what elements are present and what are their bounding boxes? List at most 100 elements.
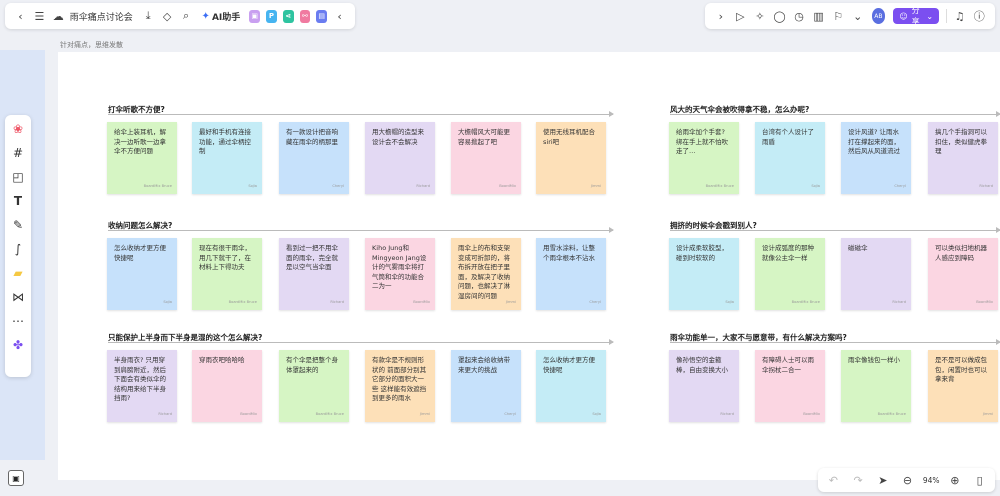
sticky-note-author: Jimmi: [590, 183, 601, 188]
text-icon[interactable]: T: [10, 193, 26, 209]
section-arrow[interactable]: [670, 111, 1000, 117]
zoom-level[interactable]: 94%: [923, 476, 940, 485]
undo-icon[interactable]: ↶: [826, 471, 841, 489]
right-toolbar: › ▷ ✧ ◯ ◷ ▥ ⚐ ⌄ AB ☺ 分享 ⌄ ♫ ⓘ: [705, 3, 995, 29]
zoom-bar: ↶ ↷ ➤ ⊖ 94% ⊕ ▯: [818, 468, 995, 492]
more-icon[interactable]: ⋯: [10, 313, 26, 329]
doc-title[interactable]: 雨伞痛点讨论会: [70, 10, 133, 23]
sticky-note[interactable]: 有一款设计把音响藏在雨伞的柄那里 Cheryl: [279, 122, 349, 194]
sticky-note[interactable]: 是不是可以做成包包，闲置时也可以拿来背 Jimmi: [928, 350, 998, 422]
section-arrow[interactable]: [108, 339, 614, 345]
sticky-note[interactable]: 用大檐帽的造型来设计会不会解决 Richard: [365, 122, 435, 194]
sticky-note-icon[interactable]: ▰: [10, 265, 26, 281]
flag-icon[interactable]: ⚐: [830, 7, 846, 25]
main-toolbar: ‹ ☰ ☁ 雨伞痛点讨论会 ⤓ ◇ ⌕ ✦ AI助手 ▣ P ⋖ ⚯ ▤ ‹: [5, 3, 355, 29]
share-app-icon[interactable]: ⋖: [282, 9, 294, 23]
sticky-note-text: 设计风道? 让雨水打在撑起来的面，然后风从风道流过: [848, 128, 900, 155]
magic-icon[interactable]: ✧: [752, 7, 768, 25]
sticky-note[interactable]: 怎么收纳才更方便快捷呢 Sojia: [536, 350, 606, 422]
sticky-note[interactable]: 设计成柔软胶型，碰到时软软的 Sojia: [669, 238, 739, 310]
connector-icon[interactable]: ∫: [10, 241, 26, 257]
tag-icon[interactable]: ◇: [160, 7, 175, 25]
sticky-note[interactable]: 给伞上装耳机，解决一边听歌一边拿伞不方便问题 BoardMix Bruce: [107, 122, 177, 194]
mindmap-icon[interactable]: ⋈: [10, 289, 26, 305]
sticky-note-author: Cheryl: [894, 183, 906, 188]
sticky-note-author: Sojia: [163, 299, 172, 304]
sticky-note[interactable]: 设计风道? 让雨水打在撑起来的面，然后风从风道流过 Cheryl: [841, 122, 911, 194]
download-icon[interactable]: ⤓: [141, 7, 156, 25]
pen-icon[interactable]: ✎: [10, 217, 26, 233]
sticky-note[interactable]: 看到过一把不用伞面的雨伞，完全就是以空气当伞面 Richard: [279, 238, 349, 310]
sticky-note-text: 半身雨衣? 只用穿到肩膀附近，然后下面会有类似伞的结构用来给下半身挡雨?: [114, 356, 166, 402]
whiteboard-canvas[interactable]: 打伞听歌不方便? 给伞上装耳机，解决一边听歌一边拿伞不方便问题 BoardMix B…: [58, 52, 1000, 480]
help-icon[interactable]: ⓘ: [972, 7, 988, 25]
sticky-note[interactable]: 设计成弧度的那种 就像公主伞一样 BoardMix Bruce: [755, 238, 825, 310]
sticky-note[interactable]: 怎么收纳才更方便快捷呢 Sojia: [107, 238, 177, 310]
sticky-note[interactable]: 有障碍人士可以雨伞拐杖二合一 BoardMix: [755, 350, 825, 422]
sticky-note[interactable]: 搞几个手指洞可以扣住，类似健虎拳理 Richard: [928, 122, 998, 194]
board-app-icon[interactable]: ▤: [316, 9, 328, 23]
sticky-note[interactable]: 雨伞上的布和支架变成可折卸的，将布拆开放在把子里面，及解决了收纳问题，也解决了淋…: [451, 238, 521, 310]
sticky-note-text: 穿雨衣吧哈哈哈: [199, 356, 245, 364]
sticky-note-author: BoardMix Bruce: [315, 411, 344, 416]
avatar[interactable]: AB: [871, 8, 886, 24]
sticky-note[interactable]: 半身雨衣? 只用穿到肩膀附近，然后下面会有类似伞的结构用来给下半身挡雨? Rich…: [107, 350, 177, 422]
play-icon[interactable]: ▷: [733, 7, 749, 25]
template-icon[interactable]: ❀: [10, 121, 26, 137]
fit-screen-icon[interactable]: ▯: [972, 471, 987, 489]
sticky-note-text: 使用无线耳机配合siri吧: [543, 128, 595, 146]
menu-icon[interactable]: ☰: [32, 7, 47, 25]
cloud-icon: ☁: [52, 9, 64, 23]
cursor-icon[interactable]: ➤: [875, 471, 890, 489]
mindmap-app-icon[interactable]: ⚯: [299, 9, 311, 23]
sticky-note-text: 怎么收纳才更方便快捷呢: [543, 356, 595, 374]
sticky-note[interactable]: 穿雨衣吧哈哈哈 BoardMix: [192, 350, 262, 422]
more-chevron-icon[interactable]: ⌄: [850, 7, 866, 25]
zoom-in-icon[interactable]: ⊕: [948, 471, 963, 489]
sticky-note-text: 用大檐帽的造型来设计会不会解决: [372, 128, 424, 146]
section-arrow[interactable]: [670, 227, 1000, 233]
sticky-note[interactable]: 像孙悟空的金箍棒，自由变换大小 Richard: [669, 350, 739, 422]
comment-icon[interactable]: ◯: [772, 7, 788, 25]
image-app-icon[interactable]: ▣: [249, 9, 261, 23]
section-arrow[interactable]: [108, 227, 614, 233]
sticky-note[interactable]: 大檐帽风大可能更容易掀起了吧 BoardMix: [451, 122, 521, 194]
sticky-note[interactable]: 台湾有个人设计了雨盾 Sojia: [755, 122, 825, 194]
sticky-note[interactable]: 最好和手机有连接功能，通过伞柄控制 Sojia: [192, 122, 262, 194]
sticky-note-author: BoardMix Bruce: [228, 299, 257, 304]
sticky-note[interactable]: 有款伞是不规则形状的 前面部分别其它部分的面积大一些 这样能有效遮挡到更多的雨水…: [365, 350, 435, 422]
section-arrow[interactable]: [108, 111, 614, 117]
sticky-note[interactable]: 雨伞像钱包一样小 BoardMix Bruce: [841, 350, 911, 422]
sticky-note[interactable]: 给雨伞加个手套? 绑在手上就不怕吹走了… BoardMix Bruce: [669, 122, 739, 194]
timer-icon[interactable]: ◷: [791, 7, 807, 25]
p-app-icon[interactable]: P: [266, 9, 277, 23]
sticky-note[interactable]: 用雪水涂料，让整个雨伞根本不沾水 Cheryl: [536, 238, 606, 310]
sticky-note[interactable]: 使用无线耳机配合siri吧 Jimmi: [536, 122, 606, 194]
apps-icon[interactable]: ✤: [10, 337, 26, 353]
sticky-note[interactable]: 可以类似扫地机器人感应到障码 BoardMix: [928, 238, 998, 310]
search-icon[interactable]: ⌕: [179, 7, 194, 25]
section-arrow[interactable]: [670, 339, 1000, 345]
collapse-icon[interactable]: ‹: [332, 7, 347, 25]
sticky-note[interactable]: 磁磁伞 Richard: [841, 238, 911, 310]
vote-icon[interactable]: ▥: [811, 7, 827, 25]
sticky-note[interactable]: Kiho Jung和Mingyeon Jang设计的气雾雨伞将打气筒和伞的功能合…: [365, 238, 435, 310]
sticky-note[interactable]: 有个伞是把整个身体罩起来的 BoardMix Bruce: [279, 350, 349, 422]
sticky-note[interactable]: 罩起来会给收纳带来更大的挑战 Cheryl: [451, 350, 521, 422]
sticky-note[interactable]: 现在有很干雨伞，用几下就干了，在材料上下得功夫 BoardMix Bruce: [192, 238, 262, 310]
shape-icon[interactable]: ◰: [10, 169, 26, 185]
bell-icon[interactable]: ♫: [952, 7, 968, 25]
back-icon[interactable]: ‹: [13, 7, 28, 25]
zoom-out-icon[interactable]: ⊖: [900, 471, 915, 489]
redo-icon[interactable]: ↷: [851, 471, 866, 489]
ai-assistant-button[interactable]: ✦ AI助手: [202, 10, 241, 23]
sticky-note-text: 给伞上装耳机，解决一边听歌一边拿伞不方便问题: [114, 128, 166, 155]
sticky-note-author: Cheryl: [332, 183, 344, 188]
sticky-note-text: 台湾有个人设计了雨盾: [762, 128, 814, 146]
frame-icon[interactable]: #: [10, 145, 26, 161]
expand-icon[interactable]: ›: [713, 7, 729, 25]
left-toolbar: ❀ # ◰ T ✎ ∫ ▰ ⋈ ⋯ ✤: [5, 115, 31, 377]
minimap-button[interactable]: ▣: [8, 470, 24, 486]
breadcrumb: 针对痛点，思维发散: [60, 41, 123, 49]
share-button[interactable]: ☺ 分享 ⌄: [893, 6, 940, 26]
